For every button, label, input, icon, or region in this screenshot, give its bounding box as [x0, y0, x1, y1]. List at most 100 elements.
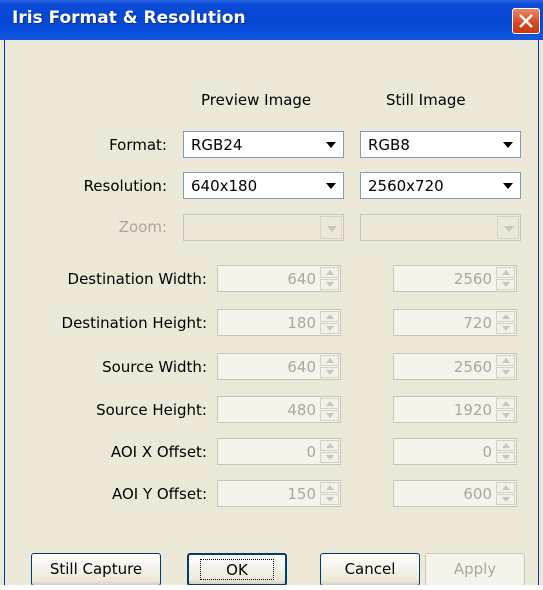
- arrow-up-icon: [326, 401, 334, 406]
- spin-down-button[interactable]: [496, 323, 515, 334]
- spin-up-button[interactable]: [320, 482, 339, 493]
- arrow-down-icon: [326, 455, 334, 460]
- arrow-up-icon: [326, 314, 334, 319]
- source-width-label: Source Width:: [102, 358, 207, 376]
- arrow-down-icon: [502, 413, 510, 418]
- title-bar[interactable]: Iris Format & Resolution: [0, 0, 543, 40]
- preview-source-width-spinner[interactable]: 640: [217, 353, 341, 380]
- arrow-down-icon: [502, 455, 510, 460]
- spinner-buttons: [320, 355, 339, 378]
- apply-button[interactable]: Apply: [425, 553, 525, 586]
- arrow-down-icon: [326, 370, 334, 375]
- still-capture-button[interactable]: Still Capture: [31, 553, 161, 586]
- spin-up-button[interactable]: [320, 440, 339, 451]
- preview-destination-width-spinner[interactable]: 640: [217, 265, 341, 292]
- spin-up-button[interactable]: [320, 267, 339, 278]
- spin-down-button[interactable]: [496, 410, 515, 421]
- destination-height-label: Destination Height:: [61, 314, 207, 332]
- arrow-up-icon: [326, 358, 334, 363]
- spinner-buttons: [496, 398, 515, 421]
- arrow-up-icon: [502, 443, 510, 448]
- preview-resolution-value: 640x180: [191, 177, 258, 195]
- arrow-down-icon: [502, 326, 510, 331]
- preview-format-dropdown-button[interactable]: [320, 133, 342, 156]
- chevron-down-icon: [326, 142, 336, 148]
- close-button[interactable]: [512, 8, 540, 34]
- arrow-up-icon: [326, 443, 334, 448]
- preview-destination-width-value: 640: [287, 270, 316, 288]
- arrow-down-icon: [326, 326, 334, 331]
- spin-up-button[interactable]: [320, 355, 339, 366]
- destination-width-label: Destination Width:: [67, 270, 207, 288]
- preview-source-width-value: 640: [287, 358, 316, 376]
- arrow-down-icon: [326, 282, 334, 287]
- preview-format-select[interactable]: RGB24: [183, 131, 344, 158]
- preview-zoom-select[interactable]: [183, 214, 344, 241]
- still-aoi-x-offset-spinner[interactable]: 0: [393, 438, 517, 465]
- preview-resolution-select[interactable]: 640x180: [183, 172, 344, 199]
- spinner-buttons: [320, 440, 339, 463]
- still-zoom-select[interactable]: [360, 214, 521, 241]
- still-aoi-x-offset-value: 0: [482, 443, 492, 461]
- preview-aoi-y-offset-value: 150: [287, 485, 316, 503]
- spin-up-button[interactable]: [320, 311, 339, 322]
- spin-down-button[interactable]: [496, 494, 515, 505]
- spin-down-button[interactable]: [320, 279, 339, 290]
- still-source-width-value: 2560: [453, 358, 492, 376]
- still-source-height-spinner[interactable]: 1920: [393, 396, 517, 423]
- spin-down-button[interactable]: [496, 279, 515, 290]
- chevron-down-icon: [504, 226, 514, 232]
- still-format-select[interactable]: RGB8: [360, 131, 521, 158]
- arrow-down-icon: [326, 413, 334, 418]
- arrow-up-icon: [502, 270, 510, 275]
- spin-down-button[interactable]: [320, 494, 339, 505]
- still-resolution-value: 2560x720: [368, 177, 444, 195]
- still-aoi-y-offset-spinner[interactable]: 600: [393, 480, 517, 507]
- preview-source-height-spinner[interactable]: 480: [217, 396, 341, 423]
- spin-down-button[interactable]: [320, 323, 339, 334]
- format-label: Format:: [109, 136, 167, 154]
- spin-up-button[interactable]: [320, 398, 339, 409]
- arrow-up-icon: [502, 401, 510, 406]
- spin-up-button[interactable]: [496, 355, 515, 366]
- still-destination-width-value: 2560: [453, 270, 492, 288]
- window-title: Iris Format & Resolution: [12, 8, 246, 28]
- preview-resolution-dropdown-button[interactable]: [320, 174, 342, 197]
- preview-source-height-value: 480: [287, 401, 316, 419]
- spin-down-button[interactable]: [496, 367, 515, 378]
- spinner-buttons: [496, 440, 515, 463]
- cancel-button[interactable]: Cancel: [320, 553, 420, 586]
- spin-up-button[interactable]: [496, 398, 515, 409]
- spin-up-button[interactable]: [496, 267, 515, 278]
- arrow-up-icon: [502, 358, 510, 363]
- still-source-height-value: 1920: [453, 401, 492, 419]
- dialog-window: Iris Format & Resolution Preview Image S…: [0, 0, 543, 590]
- source-height-label: Source Height:: [96, 401, 207, 419]
- spin-up-button[interactable]: [496, 482, 515, 493]
- arrow-up-icon: [502, 314, 510, 319]
- still-destination-height-spinner[interactable]: 720: [393, 309, 517, 336]
- spin-down-button[interactable]: [320, 410, 339, 421]
- spin-down-button[interactable]: [496, 452, 515, 463]
- spin-down-button[interactable]: [320, 452, 339, 463]
- close-icon: [519, 14, 533, 28]
- preview-destination-height-spinner[interactable]: 180: [217, 309, 341, 336]
- still-format-dropdown-button[interactable]: [497, 133, 519, 156]
- ok-button[interactable]: OK: [187, 553, 287, 586]
- spin-up-button[interactable]: [496, 311, 515, 322]
- still-format-value: RGB8: [368, 136, 410, 154]
- chevron-down-icon: [327, 226, 337, 232]
- still-resolution-dropdown-button[interactable]: [497, 174, 519, 197]
- preview-aoi-y-offset-spinner[interactable]: 150: [217, 480, 341, 507]
- still-zoom-dropdown-button[interactable]: [497, 216, 519, 239]
- spin-up-button[interactable]: [496, 440, 515, 451]
- spin-down-button[interactable]: [320, 367, 339, 378]
- still-source-width-spinner[interactable]: 2560: [393, 353, 517, 380]
- preview-zoom-dropdown-button[interactable]: [320, 216, 342, 239]
- arrow-up-icon: [326, 485, 334, 490]
- arrow-up-icon: [326, 270, 334, 275]
- still-destination-width-spinner[interactable]: 2560: [393, 265, 517, 292]
- preview-aoi-x-offset-spinner[interactable]: 0: [217, 438, 341, 465]
- still-resolution-select[interactable]: 2560x720: [360, 172, 521, 199]
- spinner-buttons: [496, 355, 515, 378]
